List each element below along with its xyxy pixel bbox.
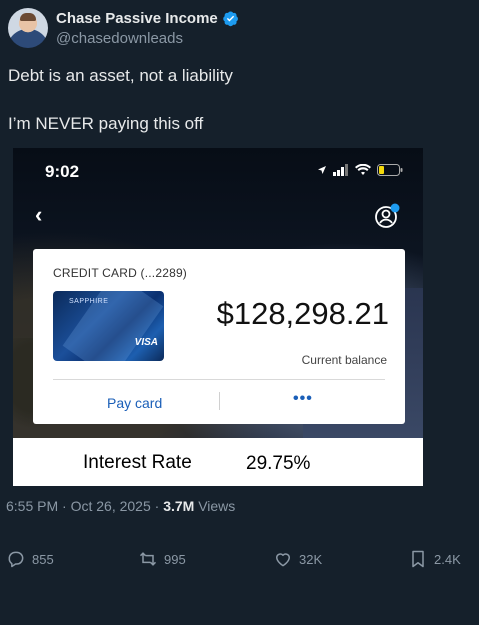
- visa-logo: VISA: [134, 337, 158, 348]
- interest-rate-strip: Interest Rate 29.75%: [13, 438, 423, 486]
- repost-icon: [139, 552, 157, 566]
- card-divider: [53, 379, 385, 380]
- avatar[interactable]: [8, 8, 48, 48]
- bookmark-count: 2.4K: [434, 551, 461, 567]
- location-arrow-icon: [318, 166, 326, 174]
- card-title: CREDIT CARD (...2289): [53, 266, 188, 280]
- current-balance-amount: $128,298.21: [216, 296, 389, 331]
- display-name[interactable]: Chase Passive Income: [56, 10, 218, 27]
- views-label: Views: [194, 498, 236, 514]
- repost-count: 995: [164, 551, 186, 567]
- pay-card-button[interactable]: Pay card: [107, 395, 162, 411]
- tweet-text: Debt is an asset, not a liability I’m NE…: [8, 65, 468, 135]
- repost-button[interactable]: 995: [138, 549, 186, 569]
- like-count: 32K: [299, 551, 323, 567]
- screenshot-photo: 9:02 ‹ CREDIT CARD (...2289) SAPPHIRE VI…: [13, 148, 423, 438]
- bookmark-button[interactable]: 2.4K: [408, 549, 461, 569]
- timestamp[interactable]: 6:55 PM · Oct 26, 2025 ·: [6, 498, 163, 514]
- interest-rate-value: 29.75%: [246, 453, 311, 474]
- handle[interactable]: @chasedownleads: [56, 30, 183, 47]
- heart-icon: [276, 553, 290, 567]
- interest-rate-label: Interest Rate: [83, 452, 192, 473]
- tweet-meta: 6:55 PM · Oct 26, 2025 · 3.7M Views: [6, 498, 235, 514]
- card-image: SAPPHIRE VISA: [53, 291, 164, 361]
- current-balance-label: Current balance: [301, 353, 387, 367]
- reply-count: 855: [32, 551, 54, 567]
- reply-icon: [8, 551, 24, 568]
- tweet-media[interactable]: 9:02 ‹ CREDIT CARD (...2289) SAPPHIRE VI…: [13, 148, 423, 486]
- reply-button[interactable]: 855: [6, 549, 54, 569]
- battery-low-icon: [377, 164, 403, 176]
- like-button[interactable]: 32K: [273, 549, 322, 569]
- tweet-header: Chase Passive Income @chasedownleads: [8, 8, 471, 50]
- credit-card-panel: CREDIT CARD (...2289) SAPPHIRE VISA $128…: [33, 249, 405, 424]
- wifi-icon: [355, 164, 371, 175]
- verified-badge-icon: [222, 11, 238, 27]
- cellular-signal-icon: [333, 164, 348, 176]
- phone-status-time: 9:02: [45, 162, 80, 181]
- name-row: Chase Passive Income: [56, 10, 239, 27]
- tweet-actions: 855 995 32K 2.4K: [0, 549, 479, 573]
- card-brand: SAPPHIRE: [69, 298, 109, 305]
- tweet-line-2: I’m NEVER paying this off: [8, 114, 204, 133]
- tweet-line-1: Debt is an asset, not a liability: [8, 66, 233, 85]
- profile-notification-icon[interactable]: [374, 203, 400, 229]
- button-separator: [219, 392, 220, 410]
- views-count: 3.7M: [163, 498, 195, 514]
- back-chevron-icon[interactable]: ‹: [35, 202, 42, 228]
- bookmark-icon: [412, 550, 424, 568]
- phone-status-icons: [317, 164, 403, 176]
- more-options-icon[interactable]: •••: [293, 390, 313, 408]
